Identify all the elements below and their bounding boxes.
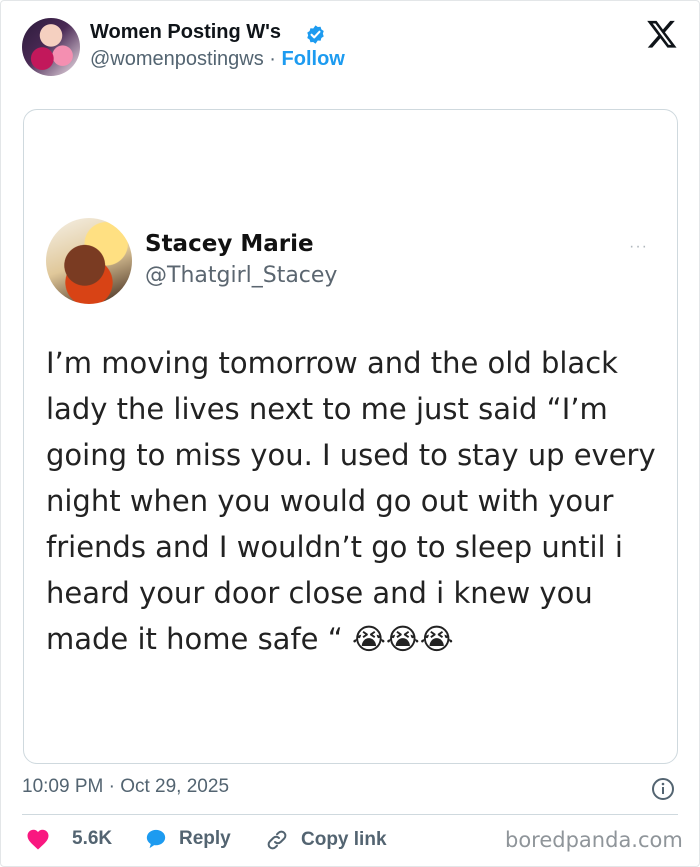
embedded-author-handle: @Thatgirl_Stacey <box>145 263 338 288</box>
watermark: boredpanda.com <box>505 828 683 852</box>
reply-label: Reply <box>179 828 231 849</box>
embedded-post-text: I’m moving tomorrow and the old black la… <box>46 340 661 662</box>
like-button[interactable]: 5.6K <box>26 828 112 850</box>
embedded-avatar <box>46 218 132 304</box>
copy-link-button[interactable]: Copy link <box>265 828 387 852</box>
author-handle-line: @womenpostingws · Follow <box>90 48 345 71</box>
x-logo-icon[interactable] <box>646 18 678 50</box>
link-icon <box>267 830 287 850</box>
post-timestamp[interactable]: 10:09 PM · Oct 29, 2025 <box>22 776 229 798</box>
separator: · <box>269 48 276 70</box>
heart-icon <box>27 829 49 850</box>
embedded-author-name: Stacey Marie <box>145 231 314 257</box>
likes-count: 5.6K <box>72 828 113 849</box>
embedded-post-body: I’m moving tomorrow and the old black la… <box>46 346 656 656</box>
divider <box>22 814 678 815</box>
reply-bubble-icon <box>146 829 166 849</box>
verified-badge-icon <box>307 25 324 44</box>
author-avatar[interactable] <box>22 18 80 76</box>
author-name[interactable]: Women Posting W's <box>90 21 281 44</box>
info-icon[interactable] <box>651 777 675 801</box>
follow-button[interactable]: Follow <box>282 48 345 70</box>
author-handle[interactable]: @womenpostingws <box>90 48 264 70</box>
crying-emojis: 😭😭😭 <box>351 622 454 656</box>
copy-link-label: Copy link <box>301 829 387 850</box>
more-icon: ··· <box>629 238 648 255</box>
embedded-image-card[interactable]: Stacey Marie @Thatgirl_Stacey ··· I’m mo… <box>23 109 678 764</box>
reply-button[interactable]: Reply <box>145 828 231 850</box>
